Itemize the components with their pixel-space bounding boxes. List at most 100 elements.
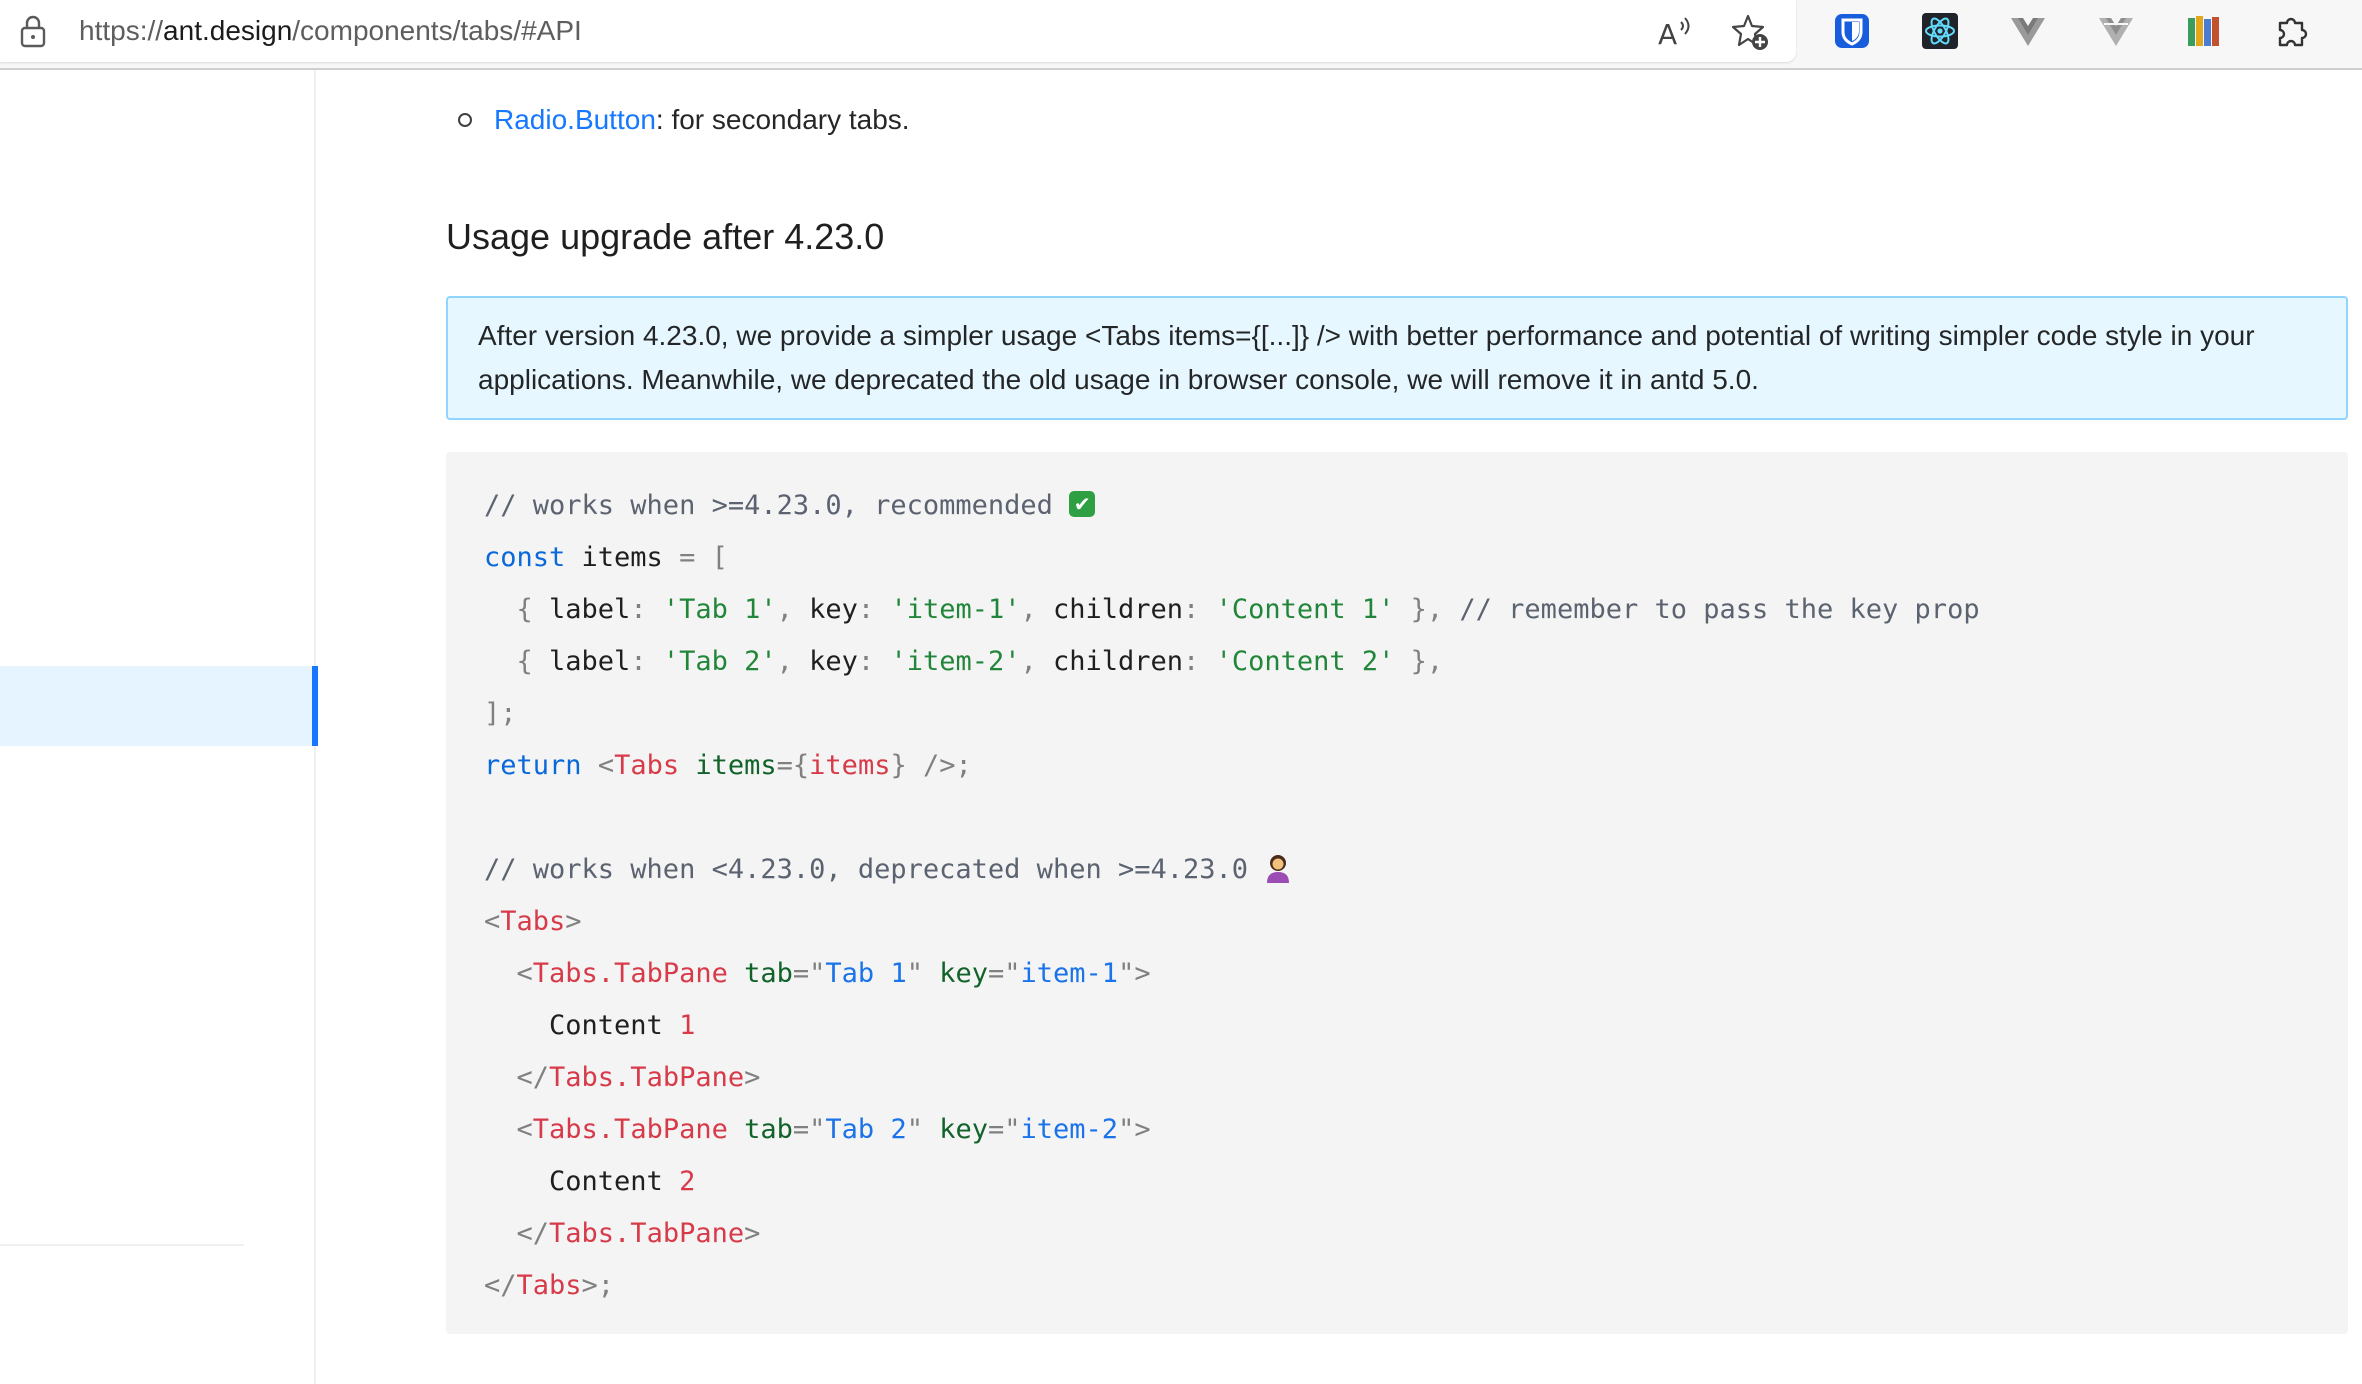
code-token-attr: tab xyxy=(744,958,793,989)
url-host: ant.design xyxy=(163,15,293,46)
code-token-punct: ]; xyxy=(484,698,517,729)
vue-devtools-extension-icon[interactable] xyxy=(2008,11,2048,51)
url-scheme: https:// xyxy=(79,15,164,46)
vue-devtools-alt-extension-icon[interactable] xyxy=(2096,11,2136,51)
code-token-attr: key xyxy=(939,958,989,989)
books-extension-icon[interactable] xyxy=(2184,11,2224,51)
extensions-puzzle-icon[interactable] xyxy=(2272,11,2312,51)
code-token-string: 'item-2' xyxy=(890,646,1021,677)
code-token-number: 2 xyxy=(679,1166,696,1197)
code-token-punct: , xyxy=(776,646,810,677)
code-token-plain: key xyxy=(809,594,858,625)
code-block: // works when >=4.23.0, recommended ✔ con… xyxy=(446,452,2348,1334)
code-token-punct: " xyxy=(906,1114,923,1145)
code-token-punct: "> xyxy=(1118,1114,1151,1145)
code-token-punct: : xyxy=(1183,646,1216,677)
code-token-punct: } />; xyxy=(890,750,972,781)
code-token-punct: }, xyxy=(1394,646,1444,677)
code-token-tag: items xyxy=(809,750,891,781)
code-line: ]; xyxy=(484,688,2310,740)
info-alert: After version 4.23.0, we provide a simpl… xyxy=(446,296,2348,420)
bitwarden-extension-icon[interactable] xyxy=(1832,11,1872,51)
code-line: const items = [ xyxy=(484,532,2310,584)
code-token-attrval: Tab 2 xyxy=(825,1114,907,1145)
read-aloud-icon[interactable]: A xyxy=(1654,12,1694,52)
code-token-punct: "> xyxy=(1118,958,1151,989)
code-token-punct: : xyxy=(857,646,891,677)
section-title: Usage upgrade after 4.23.0 xyxy=(446,216,885,257)
check-mark-emoji-icon: ✔ xyxy=(1069,490,1096,517)
code-token-attrval: item-1 xyxy=(1020,958,1119,989)
code-line: </Tabs.TabPane> xyxy=(484,1208,2310,1260)
code-token-punct: </ xyxy=(484,1270,517,1301)
person-shrugging-emoji-icon xyxy=(1267,854,1290,883)
code-token-punct: >; xyxy=(581,1270,615,1301)
code-token-punct: =" xyxy=(988,1114,1021,1145)
react-devtools-extension-icon[interactable] xyxy=(1920,11,1960,51)
alert-text: After version 4.23.0, we provide a simpl… xyxy=(478,320,2255,395)
code-token-plain: Content xyxy=(484,1166,680,1197)
url-path: /components/tabs/#API xyxy=(292,15,582,46)
code-token-number: 1 xyxy=(679,1010,696,1041)
code-token-attrval: Tab 1 xyxy=(825,958,907,989)
code-line: </Tabs>; xyxy=(484,1260,2310,1312)
code-token-tag: Tabs.TabPane xyxy=(532,1114,728,1145)
code-line: <Tabs.TabPane tab="Tab 2" key="item-2"> xyxy=(484,1104,2310,1156)
code-token-punct: < xyxy=(484,906,501,937)
code-token-attrval: item-2 xyxy=(1020,1114,1119,1145)
code-token-plain: key xyxy=(809,646,858,677)
code-token-comment: // remember to pass the key prop xyxy=(1459,594,1980,625)
code-token-punct: =" xyxy=(792,958,826,989)
code-token-punct: }, xyxy=(1394,594,1460,625)
code-token-punct: : xyxy=(630,594,663,625)
code-token-punct: { xyxy=(516,594,550,625)
code-token-tag: Tabs xyxy=(614,750,680,781)
code-token-string: 'Content 1' xyxy=(1215,594,1395,625)
code-token-string: 'Tab 1' xyxy=(662,594,777,625)
list-item: Radio.Button: for secondary tabs. xyxy=(458,100,910,140)
code-token-string: 'item-1' xyxy=(890,594,1021,625)
code-token-tag: Tabs xyxy=(500,906,566,937)
code-token-string: 'Tab 2' xyxy=(662,646,777,677)
code-token-plain: children xyxy=(1053,646,1184,677)
code-token-plain: label xyxy=(549,646,631,677)
code-token-punct: < xyxy=(597,750,615,781)
code-token-keyword: return xyxy=(484,750,582,781)
code-token-punct: { xyxy=(516,646,550,677)
url-text[interactable]: https://ant.design/components/tabs/#API xyxy=(79,14,582,48)
code-token-tag: Tabs.TabPane xyxy=(549,1062,745,1093)
code-token-punct: =" xyxy=(988,958,1021,989)
code-token-punct: < xyxy=(516,958,533,989)
code-line: // works when >=4.23.0, recommended ✔ xyxy=(484,480,2310,532)
code-line: Content 2 xyxy=(484,1156,2310,1208)
browser-toolbar: https://ant.design/components/tabs/#API … xyxy=(0,0,2362,70)
radio-button-link[interactable]: Radio.Button xyxy=(494,104,656,135)
address-bar[interactable]: https://ant.design/components/tabs/#API … xyxy=(0,0,1796,62)
list-item-text: : for secondary tabs. xyxy=(655,104,910,135)
code-token-punct: = [ xyxy=(679,542,728,573)
code-token-plain: Content xyxy=(484,1010,680,1041)
code-token-plain: label xyxy=(549,594,631,625)
code-line: // works when <4.23.0, deprecated when >… xyxy=(484,844,2310,896)
svg-text:A: A xyxy=(1658,18,1677,51)
code-token-punct: </ xyxy=(516,1218,550,1249)
sidebar-item-active[interactable] xyxy=(0,666,318,746)
code-token-attr: tab xyxy=(744,1114,793,1145)
code-token-attr: items xyxy=(695,750,777,781)
sidebar-divider xyxy=(0,1244,244,1246)
code-line: Content 1 xyxy=(484,1000,2310,1052)
code-token-keyword: const xyxy=(484,542,566,573)
bullet-icon xyxy=(458,112,472,127)
add-favorite-icon[interactable] xyxy=(1730,12,1770,52)
code-token-attr: key xyxy=(939,1114,989,1145)
code-token-tag: Tabs.TabPane xyxy=(549,1218,745,1249)
code-token-comment: // works when <4.23.0, deprecated when >… xyxy=(484,854,1265,885)
code-token-punct: =" xyxy=(792,1114,826,1145)
code-token-punct: < xyxy=(516,1114,533,1145)
code-line: </Tabs.TabPane> xyxy=(484,1052,2310,1104)
lock-icon[interactable] xyxy=(18,14,48,48)
